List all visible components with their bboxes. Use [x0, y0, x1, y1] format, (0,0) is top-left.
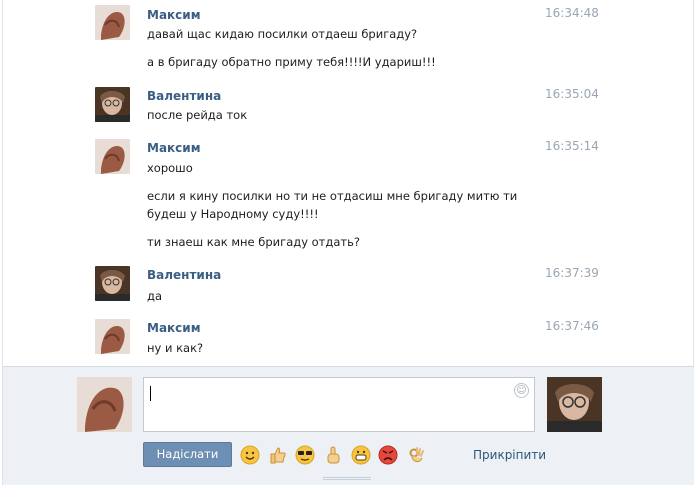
attach-link[interactable]: Прикріпити [473, 448, 546, 462]
resize-handle[interactable] [323, 477, 371, 480]
sender-avatar[interactable] [95, 266, 130, 301]
peer-avatar[interactable] [547, 377, 602, 432]
message-text: а в бригаду обратно приму тебя!!!!И удар… [147, 55, 436, 69]
message-text: да [147, 289, 162, 303]
message-text: ти знаеш как мне бригаду отдать? [147, 235, 360, 249]
message-time: 16:35:04 [545, 87, 599, 101]
my-avatar[interactable] [77, 377, 132, 432]
send-button[interactable]: Надіслати [143, 442, 232, 467]
smiley-icon[interactable]: ☺ [514, 383, 529, 398]
message-composer: ☺ Надіслати Прикріпити [3, 366, 694, 485]
text-caret [150, 386, 151, 401]
sender-name[interactable]: Максим [147, 321, 201, 335]
message-time: 16:34:48 [545, 6, 599, 20]
message-time: 16:37:46 [545, 319, 599, 333]
thumbs-up-icon[interactable] [268, 445, 288, 465]
message-input[interactable]: ☺ [143, 377, 535, 432]
pointing-finger-icon[interactable] [323, 445, 343, 465]
grin-icon[interactable] [351, 445, 371, 465]
sender-avatar[interactable] [95, 87, 130, 122]
ok-hand-icon[interactable] [406, 445, 426, 465]
sender-avatar[interactable] [95, 319, 130, 354]
sender-avatar[interactable] [95, 139, 130, 174]
message-time: 16:35:14 [545, 139, 599, 153]
sender-name[interactable]: Максим [147, 141, 201, 155]
message-text: ну и как? [147, 341, 204, 355]
sender-avatar[interactable] [95, 5, 130, 40]
sender-name[interactable]: Валентина [147, 268, 221, 282]
message-text: будеш у Народному суду!!!! [147, 207, 319, 221]
sender-name[interactable]: Валентина [147, 89, 221, 103]
emoji-bar [240, 445, 430, 465]
message-text: давай щас кидаю посилки отдаеш бригаду? [147, 27, 418, 41]
message-text: хорошо [147, 161, 193, 175]
message-time: 16:37:39 [545, 266, 599, 280]
message-text: после рейда ток [147, 108, 248, 122]
message-history[interactable]: Максим 16:34:48 давай щас кидаю посилки … [0, 0, 699, 366]
angry-icon[interactable] [378, 445, 398, 465]
sender-name[interactable]: Максим [147, 8, 201, 22]
message-text: если я кину посилки но ти не отдасиш мне… [147, 189, 518, 203]
smile-icon[interactable] [240, 445, 260, 465]
sunglasses-icon[interactable] [295, 445, 315, 465]
